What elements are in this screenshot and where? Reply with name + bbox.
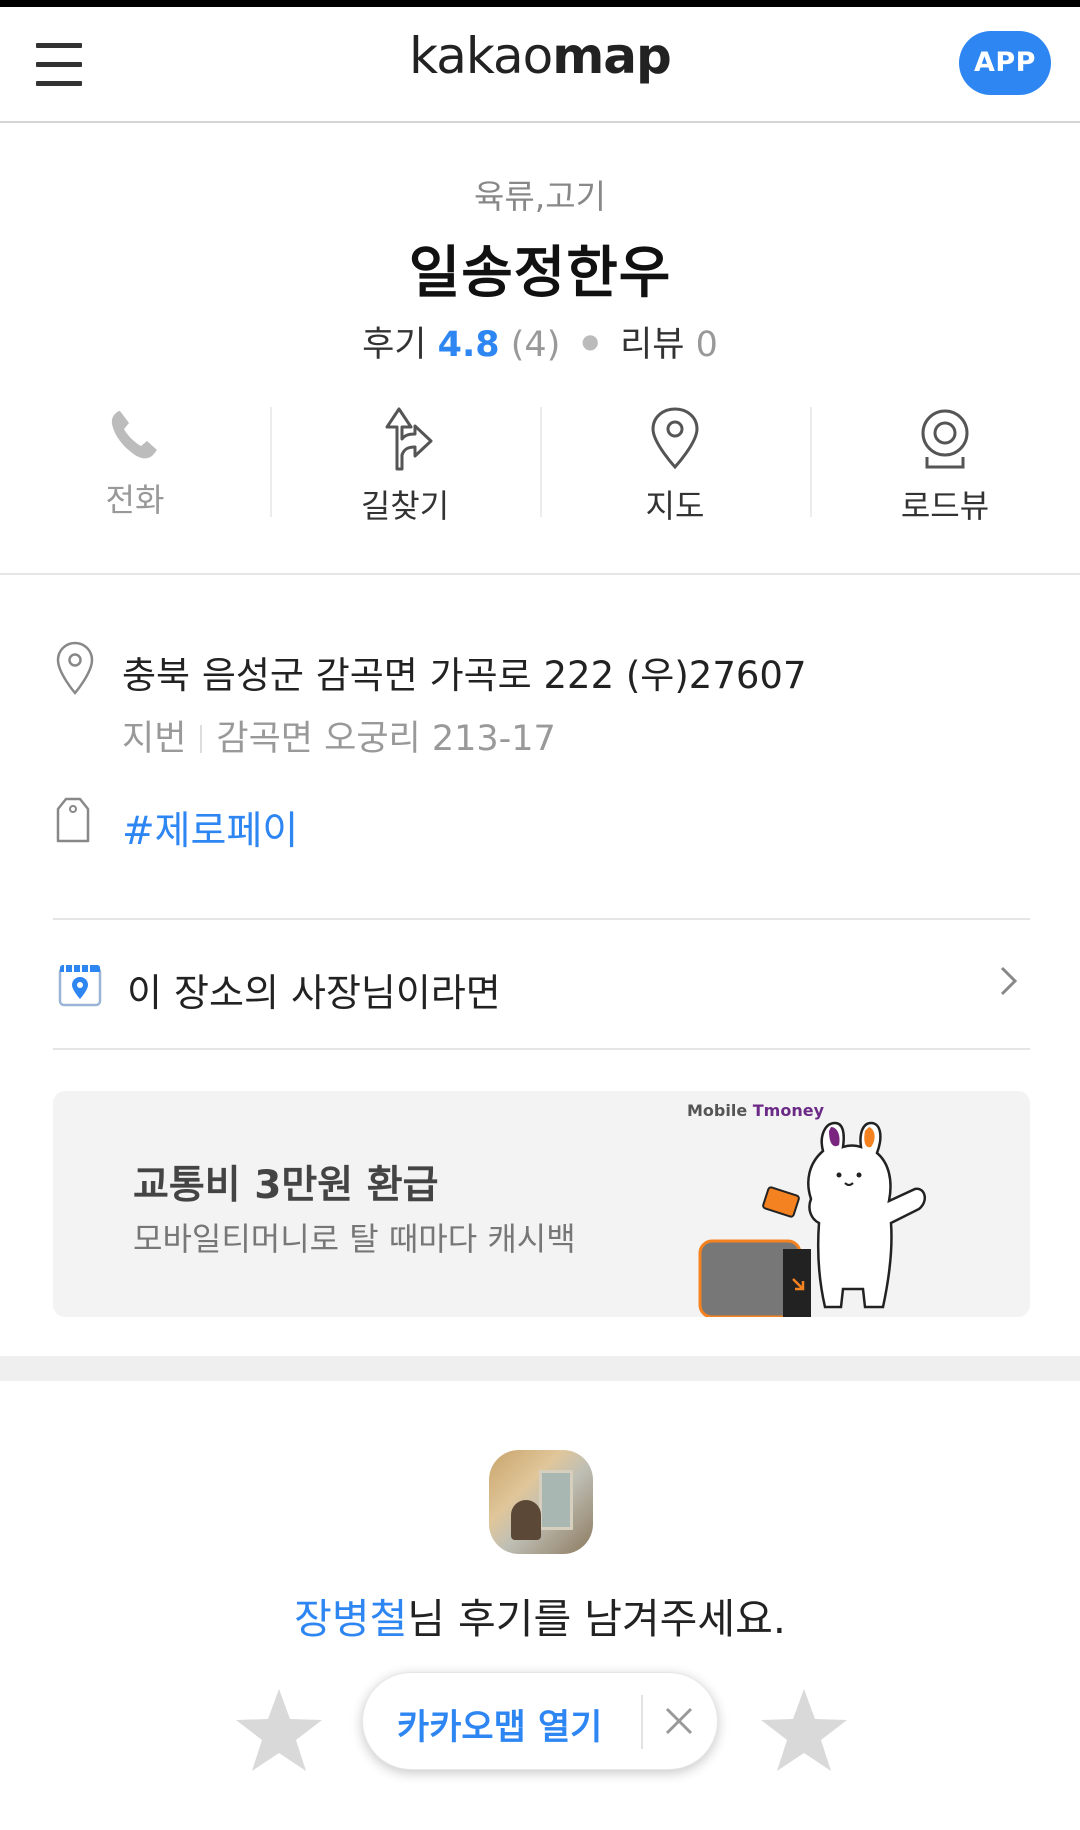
section-divider: [0, 573, 1080, 575]
store-icon: [58, 965, 102, 1007]
star-icon[interactable]: [232, 1685, 326, 1775]
tmoney-banner[interactable]: 교통비 3만원 환급 모바일티머니로 탈 때마다 캐시백 Mobile Tmon…: [53, 1091, 1030, 1317]
roadview-button[interactable]: 로드뷰: [810, 405, 1080, 525]
location-pin-icon: [56, 641, 94, 695]
user-avatar: [489, 1450, 593, 1554]
blog-review-label: 리뷰: [620, 325, 685, 365]
rating-score: 4.8: [437, 325, 500, 365]
divider: [53, 1048, 1030, 1050]
road-address[interactable]: 충북 음성군 감곡면 가곡로 222 (우)27607: [122, 645, 806, 699]
review-prompt: 장병철님 후기를 남겨주세요.: [294, 1595, 786, 1643]
directions-button[interactable]: 길찾기: [270, 405, 540, 525]
banner-subtitle: 모바일티머니로 탈 때마다 캐시백: [133, 1220, 576, 1258]
phone-icon: [111, 411, 157, 459]
chevron-right-icon: [1000, 966, 1018, 996]
roadview-icon: [921, 409, 969, 469]
owner-claim-label: 이 장소의 사장님이라면: [127, 971, 501, 1015]
place-category: 육류,고기: [474, 177, 606, 216]
place-name: 일송정한우: [408, 241, 672, 306]
open-kakaomap-button[interactable]: 카카오맵 열기: [397, 1699, 602, 1750]
rating-line[interactable]: 후기 4.8 (4) ● 리뷰 0: [0, 316, 1080, 367]
review-label: 후기: [362, 325, 427, 365]
directions-icon: [385, 407, 433, 471]
pill-divider: [641, 1695, 643, 1749]
close-icon[interactable]: [661, 1703, 697, 1739]
blog-review-count: 0: [695, 325, 718, 365]
section-spacer: [0, 1356, 1080, 1381]
header: kakaomap APP: [0, 7, 1080, 123]
user-name: 장병철: [294, 1595, 408, 1643]
action-bar: 전화 길찾기 지도 로드뷰: [0, 405, 1080, 525]
star-icon[interactable]: [757, 1685, 851, 1775]
open-kakaomap-pill: 카카오맵 열기: [362, 1672, 718, 1770]
owner-claim-row[interactable]: 이 장소의 사장님이라면: [53, 920, 1030, 1048]
map-pin-icon: [651, 407, 699, 470]
review-count: (4): [510, 325, 561, 365]
lot-address-value: 감곡면 오궁리 213-17: [216, 719, 556, 759]
separator-dot: ●: [581, 329, 599, 353]
banner-title: 교통비 3만원 환급: [133, 1163, 439, 1208]
lot-address: 지번 감곡면 오궁리 213-17: [122, 710, 556, 761]
tag-icon: [56, 797, 90, 843]
rabbit-illustration: [698, 1121, 927, 1317]
kakaomap-logo[interactable]: kakaomap: [0, 27, 1080, 85]
status-strip: [0, 0, 1080, 7]
call-button[interactable]: 전화: [0, 405, 270, 520]
zeropay-tag[interactable]: #제로페이: [122, 800, 298, 856]
app-button[interactable]: APP: [959, 31, 1051, 95]
map-button[interactable]: 지도: [540, 405, 810, 525]
lot-label: 지번: [122, 719, 187, 759]
